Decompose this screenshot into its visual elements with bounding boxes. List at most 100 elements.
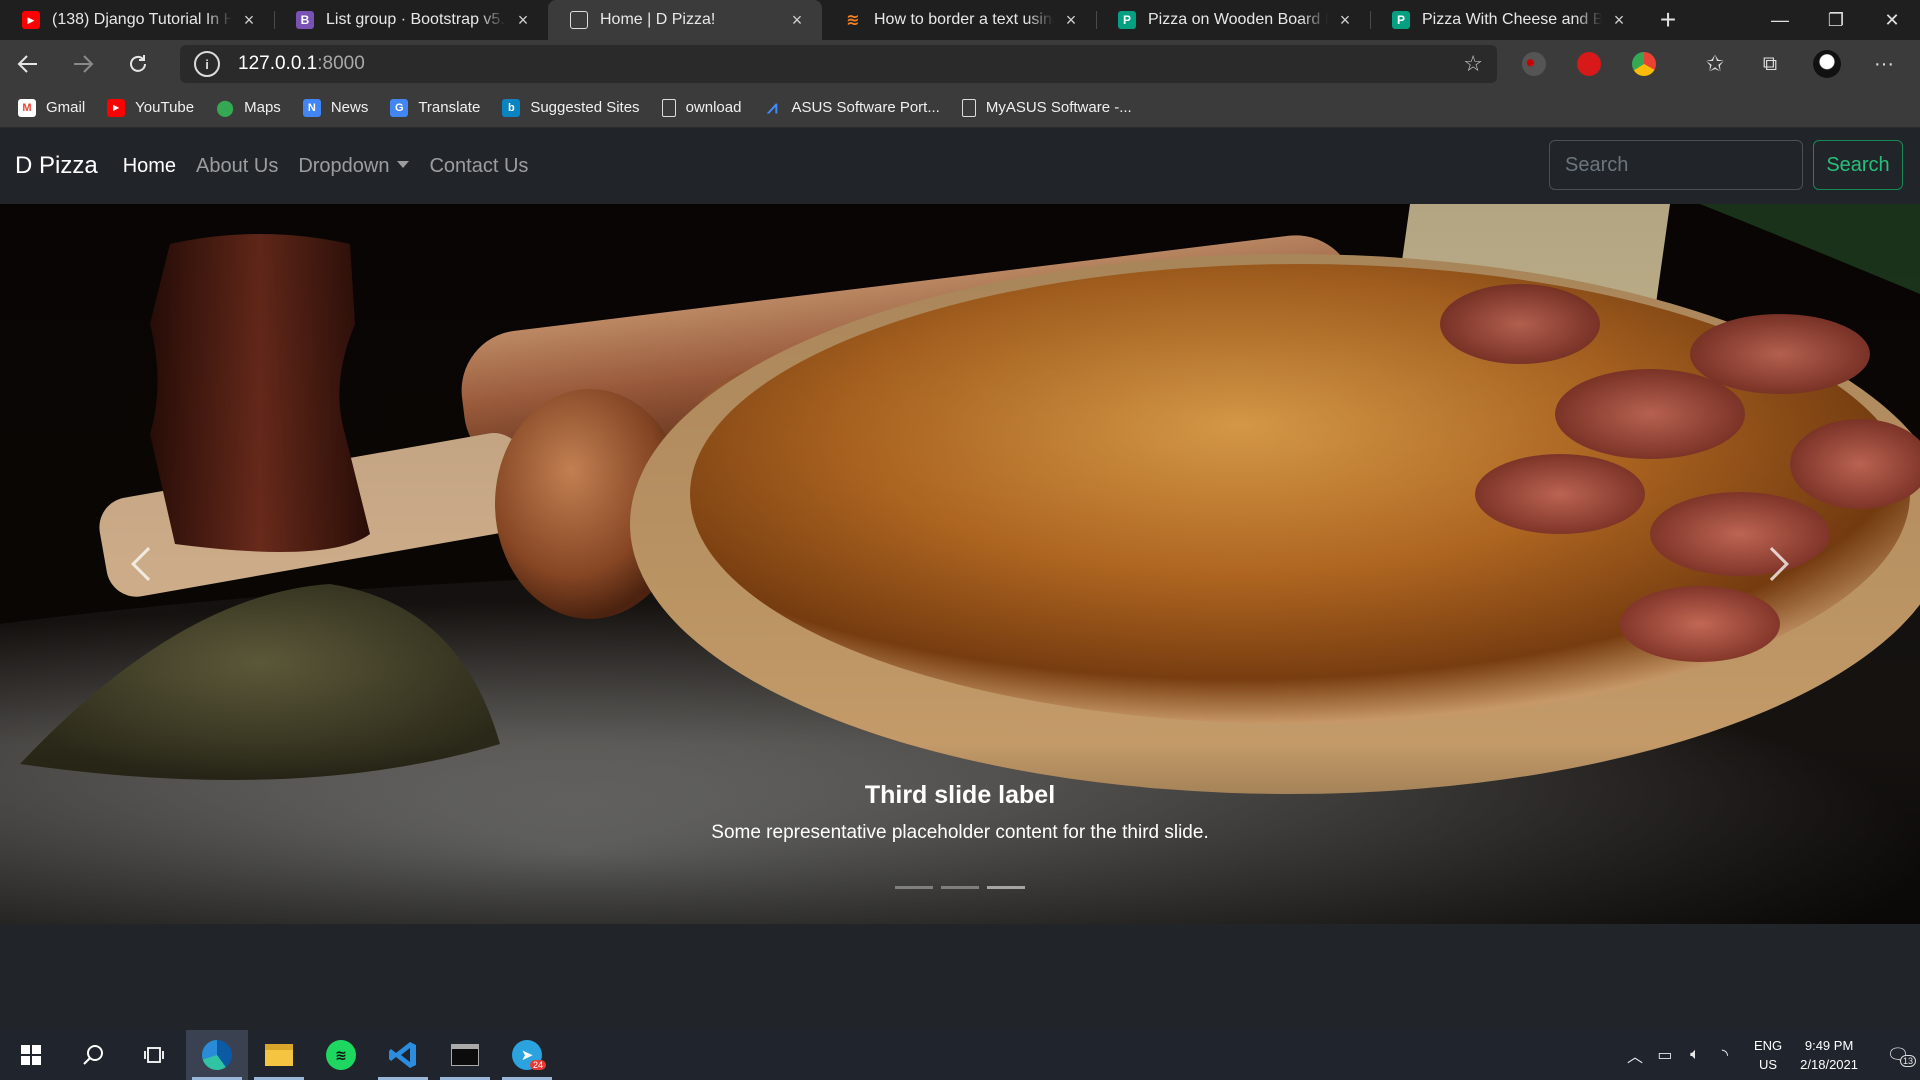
bookmark-asus-portal[interactable]: ⩘ ASUS Software Port... [763, 97, 940, 117]
close-icon[interactable]: × [1608, 9, 1630, 31]
taskbar-file-explorer[interactable] [248, 1030, 310, 1080]
taskbar-telegram[interactable]: ➤ 24 [496, 1030, 558, 1080]
language-indicator[interactable]: ENG US [1754, 1036, 1782, 1074]
chevron-left-icon [131, 547, 165, 581]
stackoverflow-icon: ≋ [846, 12, 860, 29]
taskbar-vscode[interactable] [372, 1030, 434, 1080]
browser-tab[interactable]: P Pizza With Cheese and Black × [1370, 0, 1644, 40]
close-icon[interactable]: × [1334, 9, 1356, 31]
bookmark-gmail[interactable]: M Gmail [18, 98, 85, 117]
tab-title: List group · Bootstrap v5.0 [326, 11, 506, 28]
task-view-button[interactable] [124, 1030, 186, 1080]
search-button[interactable]: Search [1813, 140, 1903, 190]
carousel-indicator-active[interactable] [987, 886, 1025, 889]
notification-center-button[interactable]: 🗨︎ 13 [1876, 1045, 1920, 1067]
taskbar-terminal[interactable] [434, 1030, 496, 1080]
bookmark-label: ASUS Software Port... [791, 99, 940, 116]
bookmark-myasus[interactable]: MyASUS Software -... [961, 98, 1132, 117]
clock-time: 9:49 PM [1804, 1038, 1854, 1053]
youtube-icon: ▶ [107, 98, 126, 117]
nav-link-home[interactable]: Home [113, 155, 186, 178]
forward-button[interactable] [55, 40, 110, 88]
bookmark-suggested-sites[interactable]: b Suggested Sites [502, 98, 640, 117]
restore-icon[interactable]: ❐ [1808, 0, 1864, 40]
bookmark-label: Suggested Sites [530, 99, 640, 116]
page-icon [661, 98, 676, 117]
clock-date: 2/18/2021 [1800, 1057, 1858, 1072]
terminal-icon [451, 1044, 479, 1066]
bookmark-news[interactable]: N News [302, 98, 369, 117]
nav-link-contact[interactable]: Contact Us [419, 155, 538, 178]
back-button[interactable] [0, 40, 55, 88]
browser-tab[interactable]: ▶ (138) Django Tutorial In Hindi × [0, 0, 274, 40]
system-tray: ︿ ▭ 🔈︎ ◝ ENG US 9:49 PM 2/18/2021 🗨︎ 13 [1620, 1030, 1920, 1080]
nav-dropdown-label: Dropdown [298, 154, 390, 177]
bookmark-download[interactable]: ownload [661, 98, 742, 117]
close-icon[interactable]: × [512, 9, 534, 31]
bookmark-label: News [330, 99, 369, 116]
nav-link-about[interactable]: About Us [186, 155, 288, 178]
brand-logo-link[interactable]: D Pizza [15, 152, 98, 180]
task-view-icon [144, 1047, 164, 1063]
refresh-button[interactable] [110, 40, 165, 88]
bookmark-maps[interactable]: ⬤ Maps [216, 99, 281, 117]
tab-title: Home | D Pizza! [600, 11, 716, 28]
site-navbar: D Pizza Home About Us Dropdown Contact U… [0, 128, 1920, 204]
pexels-icon: P [1118, 11, 1136, 29]
browser-tab-active[interactable]: Home | D Pizza! × [548, 0, 822, 40]
favorites-icon[interactable]: ✩ [1695, 40, 1735, 88]
browser-tab-strip: ▶ (138) Django Tutorial In Hindi × B Lis… [0, 0, 1920, 40]
browser-tab[interactable]: P Pizza on Wooden Board Beside × [1096, 0, 1370, 40]
bookmark-youtube[interactable]: ▶ YouTube [107, 98, 194, 117]
translate-icon: G [390, 98, 409, 117]
bootstrap-icon: B [296, 11, 314, 29]
clock[interactable]: 9:49 PM 2/18/2021 [1800, 1036, 1858, 1074]
bookmark-label: Maps [244, 99, 281, 116]
profile-avatar[interactable] [1807, 40, 1847, 88]
hero-carousel: Third slide label Some representative pl… [0, 204, 1920, 924]
chevron-up-icon[interactable]: ︿ [1620, 1043, 1650, 1067]
browser-tab[interactable]: ≋ How to border a text using Bootstrap × [822, 0, 1096, 40]
carousel-indicator[interactable] [941, 886, 979, 889]
url-text[interactable]: 127.0.0.1:8000 [238, 53, 365, 75]
new-tab-button[interactable]: + [1644, 0, 1692, 40]
taskbar-search-button[interactable] [62, 1030, 124, 1080]
asus-icon: ⩘ [767, 97, 778, 117]
battery-icon[interactable]: ▭ [1650, 1045, 1680, 1065]
bookmark-label: ownload [685, 99, 742, 116]
close-window-icon[interactable]: ✕ [1864, 0, 1920, 40]
close-icon[interactable]: × [1060, 9, 1082, 31]
url-port: :8000 [317, 53, 365, 74]
address-bar[interactable]: i 127.0.0.1:8000 ☆ [180, 45, 1497, 83]
spotify-icon: ≋ [326, 1040, 356, 1070]
collections-icon[interactable]: ⧉ [1750, 40, 1790, 88]
browser-tab[interactable]: B List group · Bootstrap v5.0 × [274, 0, 548, 40]
bookmark-translate[interactable]: G Translate [390, 98, 480, 117]
nav-dropdown[interactable]: Dropdown [288, 155, 419, 178]
add-favorite-icon[interactable]: ☆ [1463, 51, 1483, 77]
close-icon[interactable]: × [786, 9, 808, 31]
extension-icon[interactable] [1569, 40, 1609, 88]
carousel-indicator[interactable] [895, 886, 933, 889]
close-icon[interactable]: × [238, 9, 260, 31]
extension-icon[interactable] [1514, 40, 1554, 88]
taskbar-edge[interactable] [186, 1030, 248, 1080]
site-info-icon[interactable]: i [194, 51, 220, 77]
extension-icon[interactable] [1624, 40, 1664, 88]
minimize-icon[interactable]: — [1752, 0, 1808, 40]
keyboard-region: US [1759, 1057, 1778, 1072]
taskbar-spotify[interactable]: ≋ [310, 1030, 372, 1080]
bookmarks-bar: M Gmail ▶ YouTube ⬤ Maps N News G Translate b… [0, 88, 1920, 128]
tab-title: Pizza on Wooden Board Beside [1148, 11, 1328, 28]
web-page: D Pizza Home About Us Dropdown Contact U… [0, 128, 1920, 1030]
adblock-icon [1577, 52, 1601, 76]
search-input[interactable] [1549, 140, 1803, 190]
avatar-icon [1813, 50, 1841, 78]
gmail-icon: M [18, 98, 36, 117]
more-menu-icon[interactable]: ··· [1864, 40, 1904, 88]
notification-count: 13 [1899, 1054, 1916, 1067]
edge-icon [202, 1040, 232, 1070]
volume-icon[interactable]: 🔈︎ [1680, 1046, 1710, 1064]
wifi-icon[interactable]: ◝ [1710, 1045, 1740, 1065]
start-button[interactable] [0, 1030, 62, 1080]
